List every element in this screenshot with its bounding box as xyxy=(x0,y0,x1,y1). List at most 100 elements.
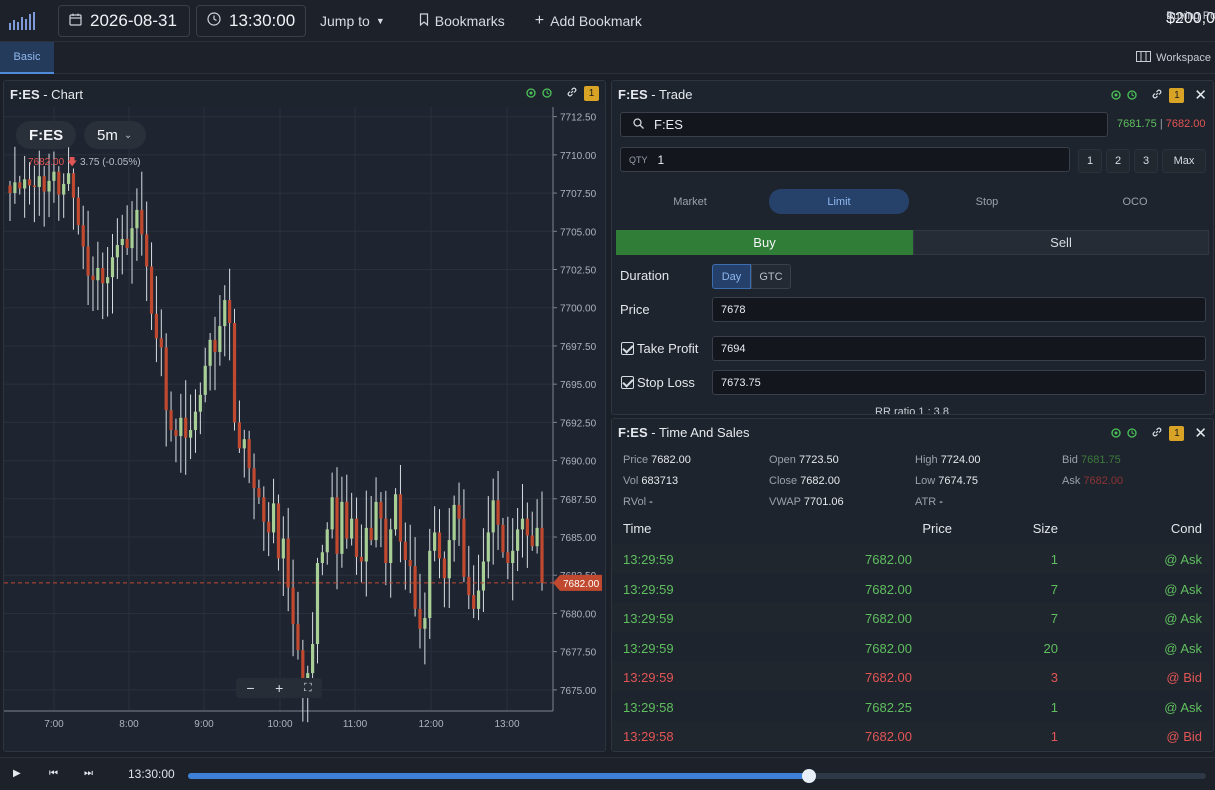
candle-body xyxy=(140,209,144,235)
symbol-pill[interactable]: F:ES xyxy=(16,121,77,149)
take-profit-input[interactable]: 7694 xyxy=(712,336,1206,361)
playback-handle[interactable] xyxy=(801,769,816,783)
columns-icon xyxy=(1136,51,1152,65)
plus-icon: + xyxy=(534,11,545,29)
chart-title: - Chart xyxy=(39,86,83,102)
bookmarks-button[interactable]: Bookmarks xyxy=(419,13,505,29)
buying-power-label: Buying Power xyxy=(1166,10,1215,22)
candle-body xyxy=(154,313,159,339)
price-value: 7678 xyxy=(721,303,746,316)
tab-basic[interactable]: Basic xyxy=(0,42,54,74)
chart-canvas[interactable]: 7712.50 7710.00 7707.50 7705.00 7702.50 7700.… xyxy=(4,107,604,751)
candle-body xyxy=(149,266,154,314)
time-picker[interactable]: 13:30:00 xyxy=(196,4,306,37)
y-tick-label: 7700.00 xyxy=(560,304,597,315)
candle-body xyxy=(252,468,256,489)
quantity-input[interactable]: QTY 1 xyxy=(620,147,1070,172)
qty-preset-1[interactable]: 1 xyxy=(1078,149,1102,173)
candle-body xyxy=(350,518,354,539)
jump-to-button[interactable]: Jump to ▼ xyxy=(320,13,385,29)
ts-cell-cond: @ Bid xyxy=(1166,670,1202,685)
ts-header-price[interactable]: Price xyxy=(912,521,952,536)
fullscreen-icon[interactable]: ⛶ xyxy=(304,682,312,695)
step-forward-icon[interactable]: ⏭ xyxy=(84,768,93,779)
qty-preset-2[interactable]: 2 xyxy=(1106,149,1130,173)
ts-header-cond[interactable]: Cond xyxy=(1162,521,1202,536)
stop-loss-input[interactable]: 7673.75 xyxy=(712,370,1206,395)
stop-loss-toggle[interactable]: Stop Loss xyxy=(621,375,695,390)
close-icon[interactable]: ✕ xyxy=(1194,86,1207,104)
workspace-button[interactable]: Workspace xyxy=(1136,51,1211,65)
buying-power: Buying Power $200,0 xyxy=(1166,10,1215,28)
candle-body xyxy=(281,538,285,559)
duration-gtc-button[interactable]: GTC xyxy=(751,264,791,289)
candle-body xyxy=(354,518,359,557)
candlestick-chart[interactable]: 7712.50 7710.00 7707.50 7705.00 7702.50 7700.… xyxy=(4,107,604,751)
candle-body xyxy=(315,563,320,645)
symbol-search-input[interactable]: F:ES xyxy=(620,112,1108,137)
link-icon[interactable] xyxy=(1151,88,1163,103)
table-row: 13:29:58 7682.25 1 @ Ask xyxy=(612,692,1210,721)
search-value: F:ES xyxy=(654,117,683,132)
add-bookmark-button[interactable]: + Add Bookmark xyxy=(535,12,642,30)
take-profit-toggle[interactable]: Take Profit xyxy=(621,341,698,356)
candle-body xyxy=(271,503,276,533)
workspace-tab-bar: Basic Workspace xyxy=(0,42,1215,74)
ts-cell-cond: @ Ask xyxy=(1164,552,1202,567)
y-tick-label: 7702.50 xyxy=(560,266,597,277)
interval-dropdown[interactable]: 5m ⌄ xyxy=(84,121,146,149)
candle-body xyxy=(379,501,383,519)
y-tick-label: 7712.50 xyxy=(560,113,597,124)
stat-atr: ATR - xyxy=(915,496,943,508)
candle-body xyxy=(452,504,456,541)
ts-header-time[interactable]: Time xyxy=(623,521,651,536)
candle-body xyxy=(340,501,344,554)
order-type-market[interactable]: Market xyxy=(620,189,760,214)
stop-loss-checkbox[interactable] xyxy=(621,376,634,389)
x-tick-label: 9:00 xyxy=(194,719,214,730)
link-group-badge[interactable]: 1 xyxy=(1169,87,1185,103)
ts-cell-size: 1 xyxy=(1050,699,1058,715)
y-tick-label: 7697.50 xyxy=(560,342,597,353)
ts-header-size[interactable]: Size xyxy=(1018,521,1058,536)
candle-body xyxy=(428,550,432,619)
stat-price: Price 7682.00 xyxy=(623,454,691,466)
app-logo[interactable] xyxy=(0,0,44,42)
order-type-limit[interactable]: Limit xyxy=(769,189,909,214)
candle-body xyxy=(262,497,266,522)
duration-day-button[interactable]: Day xyxy=(712,264,751,289)
order-type-oco[interactable]: OCO xyxy=(1065,189,1205,214)
price-input[interactable]: 7678 xyxy=(712,297,1206,322)
playback-slider[interactable] xyxy=(188,769,1206,783)
ts-cell-size: 7 xyxy=(1050,611,1058,626)
candle-body xyxy=(8,185,12,194)
price-change-readout: 7682.00 🡇 3.75 (-0.05%) xyxy=(28,155,141,172)
play-icon[interactable]: ▶ xyxy=(13,768,21,779)
playback-progress xyxy=(188,773,809,779)
rr-ratio: RR ratio 1 : 3.8 xyxy=(875,406,949,415)
add-bookmark-label: Add Bookmark xyxy=(550,12,642,29)
x-tick-label: 13:00 xyxy=(494,719,519,730)
step-back-icon[interactable]: ⏮ xyxy=(49,768,58,779)
order-type-stop[interactable]: Stop xyxy=(917,189,1057,214)
qty-preset-max[interactable]: Max xyxy=(1162,149,1206,173)
link-group-badge[interactable]: 1 xyxy=(1169,425,1185,441)
buy-button[interactable]: Buy xyxy=(616,230,913,255)
zoom-in-icon[interactable]: + xyxy=(275,680,283,696)
take-profit-checkbox[interactable] xyxy=(621,342,634,355)
ts-cell-time: 13:29:59 xyxy=(623,581,674,597)
chevron-down-icon: ⌄ xyxy=(123,129,133,141)
link-icon[interactable] xyxy=(566,86,578,101)
zoom-out-icon[interactable]: − xyxy=(246,680,254,696)
date-picker[interactable]: 2026-08-31 xyxy=(58,4,190,37)
candle-body xyxy=(179,417,183,437)
table-row: 13:29:59 7682.00 20 @ Ask xyxy=(612,633,1210,662)
link-group-badge[interactable]: 1 xyxy=(584,86,599,101)
link-icon[interactable] xyxy=(1151,426,1163,441)
candle-body xyxy=(125,238,129,249)
qty-preset-3[interactable]: 3 xyxy=(1134,149,1158,173)
candle-body xyxy=(286,538,290,588)
sell-button[interactable]: Sell xyxy=(913,230,1209,255)
candle-body xyxy=(115,245,119,258)
close-icon[interactable]: ✕ xyxy=(1194,424,1207,442)
